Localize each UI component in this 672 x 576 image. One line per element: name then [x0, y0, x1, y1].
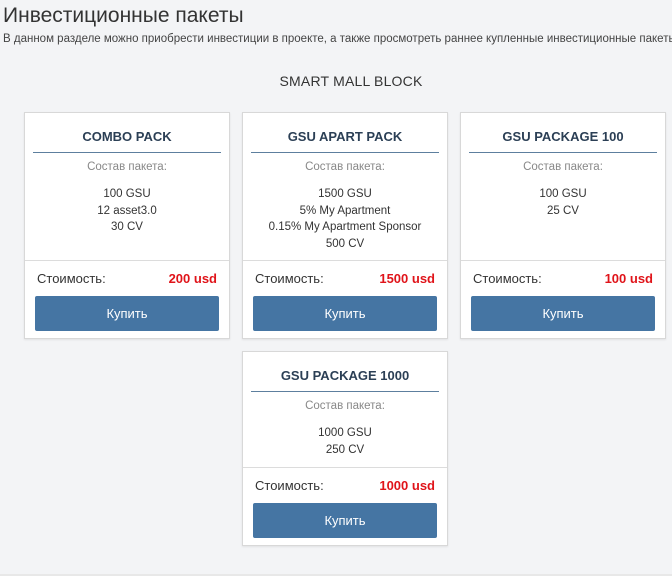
- package-title: COMBO PACK: [82, 129, 172, 144]
- price-value: 1500 usd: [379, 271, 435, 286]
- price-divider: [243, 260, 447, 261]
- price-divider: [243, 467, 447, 468]
- title-divider: [251, 152, 439, 153]
- package-item: 100 GSU: [539, 188, 587, 200]
- package-item: 30 CV: [111, 221, 143, 233]
- package-items: 1500 GSU 5% My Apartment 0.15% My Apartm…: [243, 186, 447, 252]
- package-item: 1500 GSU: [318, 188, 372, 200]
- buy-button-gsu-package-1000[interactable]: Купить: [253, 503, 437, 538]
- title-divider: [33, 152, 221, 153]
- title-divider: [469, 152, 657, 153]
- package-item: 12 asset3.0: [97, 204, 157, 217]
- package-item: 5% My Apartment: [299, 204, 391, 217]
- composition-label: Состав пакета:: [523, 161, 603, 173]
- package-item: 0.15% My Apartment Sponsor: [268, 221, 422, 233]
- package-item: 100 GSU: [103, 188, 151, 200]
- package-card-combo-pack: COMBO PACK Состав пакета: 100 GSU 12 ass…: [24, 112, 230, 339]
- package-card-gsu-package-1000: GSU PACKAGE 1000 Состав пакета: 1000 GSU…: [242, 351, 448, 546]
- price-label: Стоимость:: [37, 271, 106, 286]
- composition-label: Состав пакета:: [305, 400, 385, 412]
- page-description: В данном разделе можно приобрести инвест…: [3, 33, 672, 45]
- package-item: 250 CV: [325, 443, 365, 456]
- package-title: GSU APART PACK: [287, 129, 403, 144]
- price-label: Стоимость:: [255, 478, 324, 493]
- price-value: 200 usd: [168, 271, 217, 286]
- price-divider: [461, 260, 665, 261]
- page-title: Инвестиционные пакеты: [3, 4, 244, 27]
- composition-label: Состав пакета:: [87, 161, 167, 173]
- price-label: Стоимость:: [473, 271, 542, 286]
- package-title: GSU PACKAGE 1000: [280, 368, 410, 383]
- package-item: 25 CV: [547, 204, 579, 217]
- title-divider: [251, 391, 439, 392]
- package-card-gsu-apart-pack: GSU APART PACK Состав пакета: 1500 GSU 5…: [242, 112, 448, 339]
- price-value: 1000 usd: [379, 478, 435, 493]
- package-item: 500 CV: [325, 237, 365, 250]
- price-value: 100 usd: [604, 271, 653, 286]
- package-title: GSU PACKAGE 100: [502, 129, 624, 144]
- buy-button-gsu-apart-pack[interactable]: Купить: [253, 296, 437, 331]
- package-item: 1000 GSU: [318, 427, 372, 439]
- composition-label: Состав пакета:: [305, 161, 385, 173]
- package-items: 100 GSU 25 CV: [461, 186, 665, 219]
- buy-button-gsu-package-100[interactable]: Купить: [471, 296, 655, 331]
- price-label: Стоимость:: [255, 271, 324, 286]
- package-items: 1000 GSU 250 CV: [243, 425, 447, 458]
- section-title: SMART MALL BLOCK: [279, 73, 423, 89]
- buy-button-combo-pack[interactable]: Купить: [35, 296, 219, 331]
- price-divider: [25, 260, 229, 261]
- package-card-gsu-package-100: GSU PACKAGE 100 Состав пакета: 100 GSU 2…: [460, 112, 666, 339]
- package-items: 100 GSU 12 asset3.0 30 CV: [25, 186, 229, 236]
